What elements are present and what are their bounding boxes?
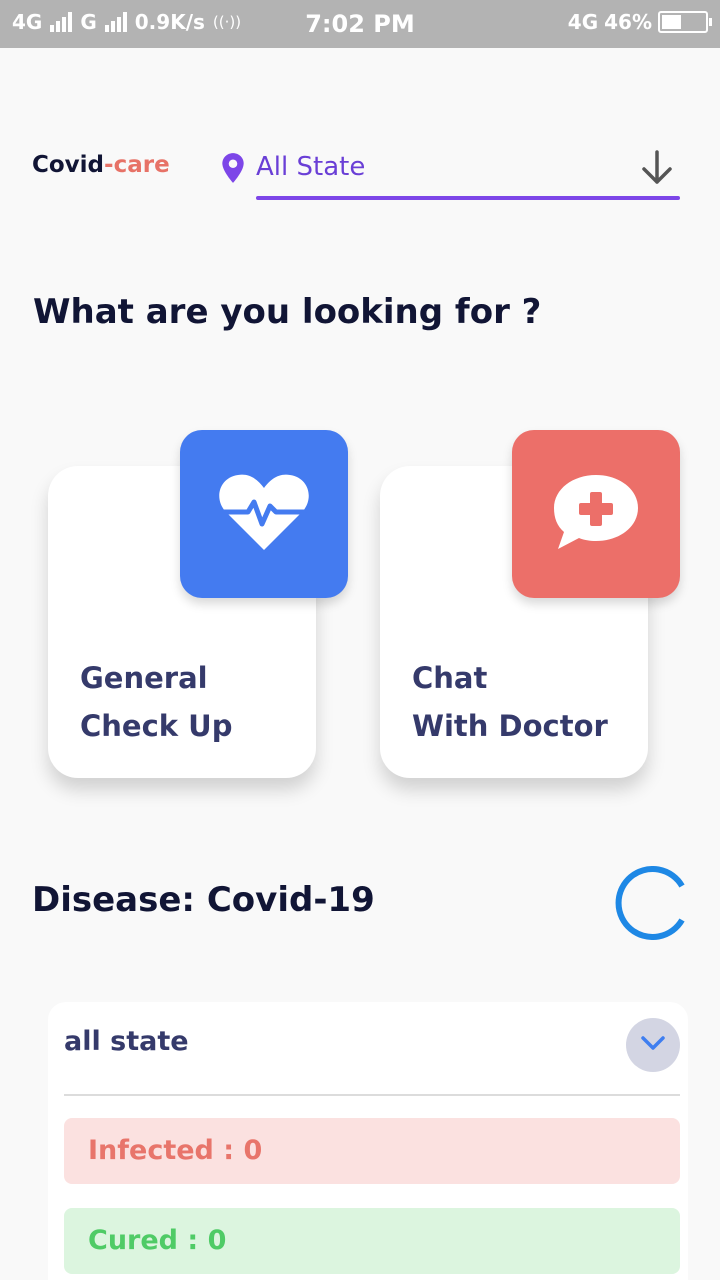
expand-button[interactable] [626, 1018, 680, 1072]
arrow-down-icon [640, 150, 674, 190]
loading-spinner-icon [612, 866, 686, 940]
battery-percent: 46% [604, 10, 652, 34]
medical-chat-icon [550, 472, 642, 556]
chevron-down-icon [640, 1035, 666, 1055]
location-pin-icon [220, 152, 246, 188]
status-right: 4G 46% [567, 10, 712, 34]
card-title-line-1: Chat [412, 661, 488, 695]
state-dropdown-label: All State [256, 152, 366, 182]
brand-accent: -care [104, 152, 170, 178]
app-logo: Covid-care [32, 152, 170, 178]
stats-state-label: all state [64, 1026, 189, 1057]
card-title: General Check Up [80, 654, 232, 750]
chat-with-doctor-card[interactable]: Chat With Doctor [380, 430, 680, 778]
battery-icon [658, 11, 712, 33]
section-heading: What are you looking for ? [33, 292, 542, 332]
status-bar: 4G G 0.9K/s ((·)) 7:02 PM 4G 46% [0, 0, 720, 48]
card-title-line-2: Check Up [80, 709, 233, 743]
dropdown-underline [256, 196, 680, 200]
divider [64, 1094, 680, 1096]
cured-count: Cured : 0 [64, 1208, 680, 1274]
network-type-right: 4G [567, 10, 599, 34]
heart-pulse-icon [218, 472, 310, 556]
chat-doctor-icon-box [512, 430, 680, 598]
general-checkup-card[interactable]: General Check Up [48, 430, 348, 778]
stats-panel: all state Infected : 0 Cured : 0 [48, 1002, 688, 1280]
infected-count: Infected : 0 [64, 1118, 680, 1184]
general-checkup-icon-box [180, 430, 348, 598]
brand-main: Covid [32, 152, 105, 178]
disease-title: Disease: Covid-19 [32, 880, 375, 920]
card-title-line-1: General [80, 661, 208, 695]
card-title-line-2: With Doctor [412, 709, 608, 743]
state-dropdown[interactable]: All State [220, 142, 680, 200]
card-title: Chat With Doctor [412, 654, 608, 750]
